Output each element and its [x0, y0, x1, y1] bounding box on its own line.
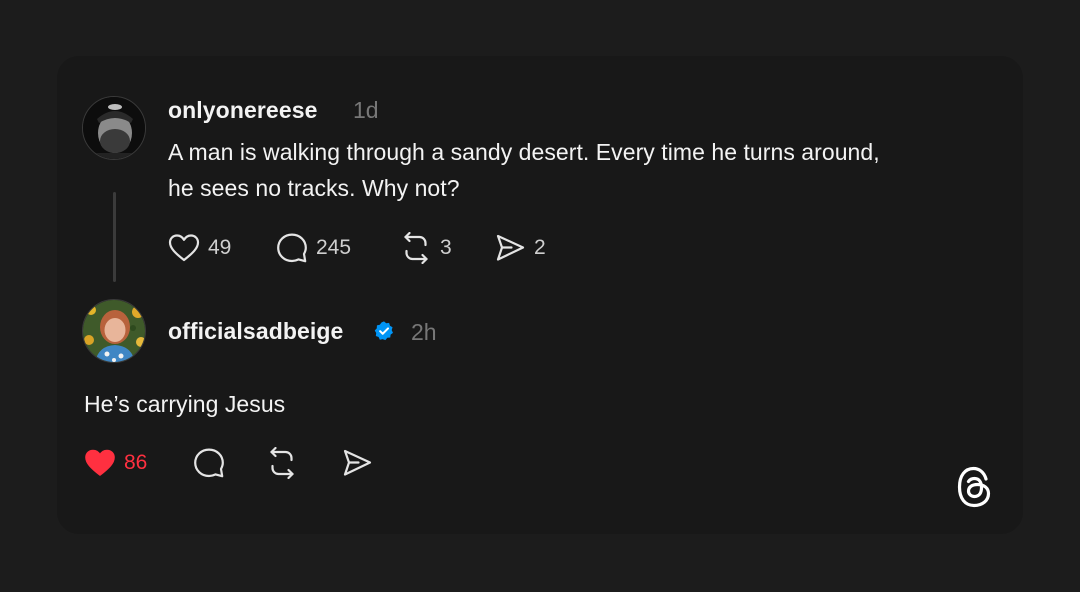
thread-connector-line	[113, 192, 116, 282]
like-button[interactable]: 49	[168, 232, 231, 264]
heart-filled-icon	[85, 449, 115, 476]
reply-comment-button[interactable]	[193, 447, 225, 479]
reply-count: 245	[316, 236, 352, 259]
send-icon	[343, 449, 372, 476]
reply-like-count: 86	[124, 451, 148, 474]
avatar-onlyonereese[interactable]	[82, 96, 146, 160]
repost-icon	[404, 232, 428, 264]
verified-badge-icon	[374, 321, 393, 341]
reply-like-button[interactable]: 86	[84, 447, 147, 479]
post-username[interactable]: onlyonereese	[168, 97, 318, 124]
heart-icon	[168, 234, 200, 262]
reply-username[interactable]: officialsadbeige	[168, 318, 343, 345]
post-timestamp[interactable]: 1d	[353, 97, 379, 124]
share-count: 2	[534, 236, 546, 259]
comment-icon	[194, 448, 224, 478]
share-button[interactable]: 2	[494, 232, 546, 264]
reply-text: He’s carrying Jesus	[84, 391, 286, 417]
reply-repost-button[interactable]	[266, 447, 298, 479]
threads-post-card: onlyonereese 1d A man is walking through…	[57, 56, 1023, 534]
send-icon	[496, 234, 525, 261]
like-count: 49	[208, 236, 232, 259]
reply-timestamp[interactable]: 2h	[411, 319, 437, 346]
repost-count: 3	[440, 236, 452, 259]
repost-button[interactable]: 3	[400, 232, 452, 264]
repost-icon	[270, 447, 294, 479]
post-text-line-2: he sees no tracks. Why not?	[168, 175, 460, 201]
reply-share-button[interactable]	[341, 447, 373, 479]
threads-logo-icon[interactable]	[955, 464, 995, 510]
avatar-officialsadbeige[interactable]	[82, 299, 146, 363]
comment-icon	[277, 233, 307, 263]
reply-button[interactable]: 245	[276, 232, 351, 264]
post-text-line-1: A man is walking through a sandy desert.…	[168, 139, 880, 165]
